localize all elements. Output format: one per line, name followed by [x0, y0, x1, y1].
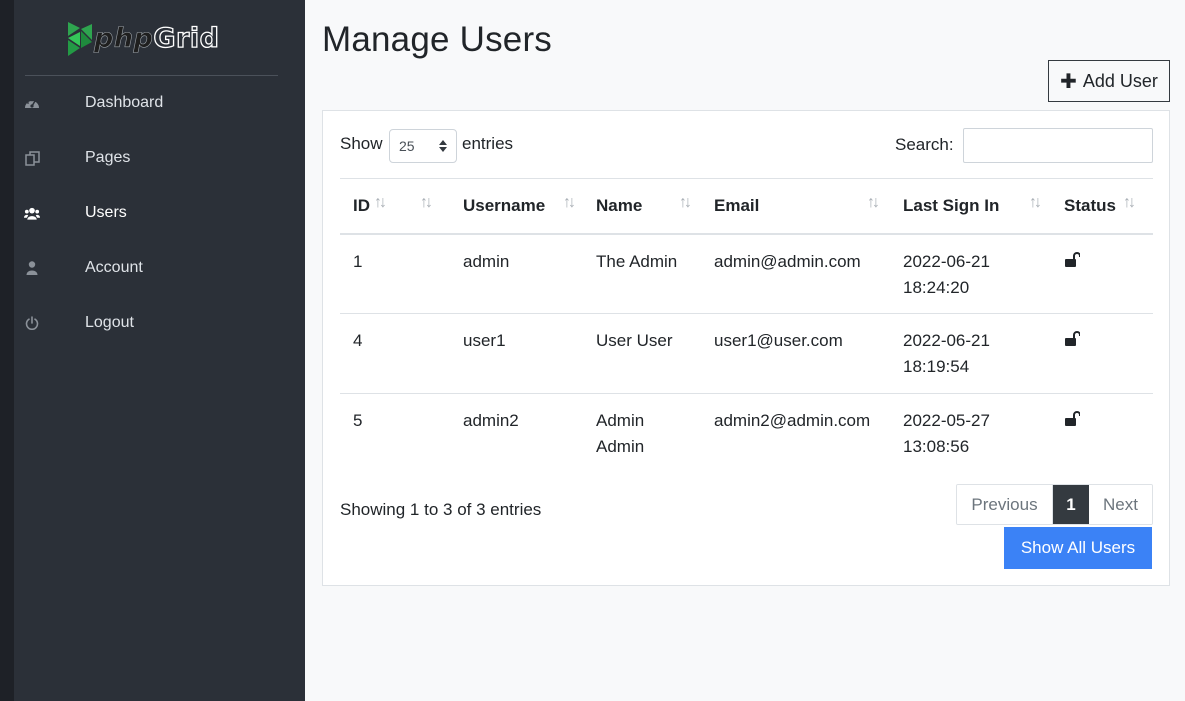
pagination: Previous 1 Next [956, 484, 1153, 525]
cell-name: Admin Admin [596, 411, 645, 456]
cell-status [1051, 313, 1153, 394]
page-length-value: 25 [399, 138, 415, 154]
entries-label: entries [462, 134, 514, 153]
cell-id: 4 [340, 313, 397, 394]
column-header-email[interactable]: Email ↑↓ [701, 178, 890, 235]
cell-username: admin2 [463, 411, 519, 430]
unlock-icon[interactable] [1064, 251, 1081, 271]
sort-icon[interactable]: ↑↓ [1029, 194, 1042, 212]
sort-icon[interactable]: ↑↓ [563, 194, 576, 212]
plus-icon: ✚ [1060, 70, 1077, 93]
cell-email: admin@admin.com [701, 233, 890, 314]
sidebar-item-label: Users [85, 204, 127, 221]
cell-status [1051, 233, 1153, 314]
cell-last-sign-in: 2022-06-21 18:24:20 [890, 233, 1051, 314]
sort-icon[interactable]: ↑↓ [867, 194, 880, 212]
column-header-status[interactable]: Status ↑↓ [1051, 178, 1153, 235]
show-label: Show [340, 134, 383, 153]
logo-text-grid: Grid [153, 22, 220, 54]
sort-icon[interactable]: ↑↓ [679, 194, 692, 212]
cell-blank [397, 233, 450, 314]
sort-icon[interactable]: ↑↓ [374, 194, 387, 212]
sidebar-item-label: Pages [85, 149, 131, 166]
select-caret-icon [439, 140, 447, 152]
cell-last-sign-in: 2022-06-21 18:19:54 [890, 313, 1051, 394]
sidebar-item-pages[interactable]: Pages [14, 138, 305, 178]
pagination-previous[interactable]: Previous [957, 485, 1053, 524]
sidebar-edge [0, 0, 14, 701]
cell-email: user1@user.com [701, 313, 890, 394]
logo-text-php: php [94, 22, 154, 54]
cell-id: 1 [340, 233, 397, 314]
add-user-label: Add User [1082, 70, 1158, 91]
sidebar-divider [25, 75, 278, 76]
dashboard-gauge-icon [24, 95, 40, 111]
column-header-id[interactable]: ID ↑↓ [340, 178, 397, 235]
table-info-text: Showing 1 to 3 of 3 entries [340, 500, 542, 519]
phpgrid-logo-icon [68, 22, 92, 56]
column-header-last-sign-in[interactable]: Last Sign In ↑↓ [890, 178, 1051, 235]
power-icon [24, 315, 40, 331]
users-table: ID ↑↓ ↑↓ Username ↑↓ Name ↑↓ Email ↑↓ La… [340, 178, 1153, 474]
phpgrid-logo[interactable]: phpGrid [66, 16, 220, 60]
cell-name: User User [583, 313, 701, 394]
table-row[interactable]: 4 user1 User User user1@user.com 2022-06… [340, 313, 1153, 394]
cell-status [1051, 394, 1153, 474]
unlock-icon[interactable] [1064, 331, 1081, 350]
table-row[interactable]: 5 admin2 Admin Admin admin2@admin.com 20… [340, 394, 1153, 474]
sidebar-item-users[interactable]: Users [14, 193, 305, 233]
add-user-button[interactable]: ✚ Add User [1048, 60, 1170, 102]
search-input[interactable] [963, 128, 1153, 163]
pagination-page-current[interactable]: 1 [1053, 485, 1089, 524]
sidebar-item-dashboard[interactable]: Dashboard [14, 83, 305, 123]
table-row[interactable]: 1 admin The Admin admin@admin.com 2022-0… [340, 233, 1153, 314]
users-group-icon [24, 205, 40, 221]
sidebar-item-label: Logout [85, 314, 134, 331]
account-user-icon [24, 260, 40, 276]
sidebar-item-label: Dashboard [85, 94, 164, 111]
page-title: Manage Users [322, 20, 553, 59]
sort-icon[interactable]: ↑↓ [420, 194, 433, 212]
cell-username: user1 [450, 313, 583, 394]
sort-icon[interactable]: ↑↓ [1123, 194, 1136, 212]
unlock-icon[interactable] [1064, 411, 1081, 430]
table-header-row: ID ↑↓ ↑↓ Username ↑↓ Name ↑↓ Email ↑↓ La… [340, 178, 1153, 235]
column-header-blank[interactable]: ↑↓ [397, 178, 450, 235]
column-header-username[interactable]: Username ↑↓ [450, 178, 583, 235]
cell-name: The Admin [583, 233, 701, 314]
search-label: Search: [895, 135, 954, 154]
page-length-select[interactable]: 25 [389, 129, 457, 163]
show-all-users-button[interactable]: Show All Users [1004, 527, 1152, 569]
pages-copy-icon [24, 150, 40, 166]
cell-blank [397, 394, 450, 474]
cell-last-sign-in: 2022-05-27 13:08:56 [903, 411, 990, 456]
pagination-next[interactable]: Next [1089, 485, 1152, 524]
column-header-name[interactable]: Name ↑↓ [583, 178, 701, 235]
sidebar-item-account[interactable]: Account [14, 248, 305, 288]
cell-username: admin [450, 233, 583, 314]
users-table-card: Show 25 entries Search: ID ↑↓ ↑↓ Usernam… [322, 110, 1170, 586]
sidebar-item-logout[interactable]: Logout [14, 303, 305, 343]
cell-id: 5 [353, 411, 363, 430]
cell-blank [397, 313, 450, 394]
cell-email: admin2@admin.com [714, 411, 871, 430]
sidebar: phpGrid Dashboard Pages Users Account Lo… [14, 0, 305, 701]
sidebar-item-label: Account [85, 259, 143, 276]
